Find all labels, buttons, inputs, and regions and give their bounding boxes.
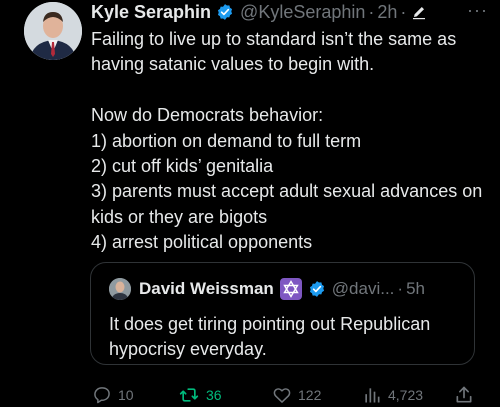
post-line: Now do Democrats behavior: [91, 105, 324, 126]
post-text: Failing to live up to standard isn’t the… [91, 27, 491, 256]
like-button[interactable]: 122 [272, 385, 321, 405]
share-icon [456, 386, 472, 403]
share-button[interactable] [454, 385, 480, 405]
author-name[interactable]: Kyle Seraphin [91, 2, 211, 23]
quoted-author-handle[interactable]: @davi... [332, 279, 395, 299]
views-button[interactable]: 4,723 [362, 385, 423, 405]
paragraph-spacer [91, 78, 491, 103]
quoted-author-name[interactable]: David Weissman [139, 279, 274, 299]
author-handle[interactable]: @KyleSeraphin [240, 2, 365, 23]
star-of-david-icon [279, 278, 302, 300]
reply-icon [94, 387, 110, 404]
view-count: 4,723 [388, 387, 424, 403]
reply-count: 10 [118, 387, 134, 403]
post-line: 1) abortion on demand to full term [91, 130, 362, 151]
quoted-post[interactable]: David Weissman @davi... · 5h It does get… [90, 262, 475, 365]
separator-dot: · [368, 1, 375, 22]
verified-badge-icon [216, 3, 234, 21]
verified-badge-icon [308, 280, 326, 298]
like-count: 122 [298, 387, 322, 403]
post-line: 4) arrest political opponents [91, 232, 313, 253]
separator-dot-2: · [400, 1, 407, 22]
quoted-post-text: It does get tiring pointing out Republic… [109, 314, 431, 360]
separator-dot: · [397, 279, 404, 298]
heart-icon [273, 388, 291, 403]
repost-button[interactable]: 36 [178, 385, 222, 405]
analytics-icon [365, 388, 380, 403]
post-line: 2) cut off kids’ genitalia [91, 156, 274, 177]
quoted-post-time[interactable]: 5h [406, 279, 425, 299]
post-line: 3) parents must accept adult sexual adva… [91, 181, 483, 227]
repost-icon [179, 388, 199, 402]
author-avatar[interactable] [24, 2, 82, 60]
post-time[interactable]: 2h [377, 2, 397, 23]
post-header: Kyle Seraphin @KyleSeraphin · 2h · [91, 1, 490, 23]
more-options-icon[interactable]: ··· [467, 0, 488, 21]
reply-button[interactable]: 10 [92, 385, 134, 405]
quoted-author-avatar[interactable] [109, 278, 131, 300]
quoted-post-header: David Weissman @davi... · 5h [109, 278, 425, 300]
post-paragraph-1: Failing to live up to standard isn’t the… [91, 29, 457, 75]
repost-count: 36 [206, 387, 222, 403]
action-bar: 10 36 122 4,723 [92, 385, 494, 407]
edited-pencil-icon[interactable] [411, 4, 427, 20]
